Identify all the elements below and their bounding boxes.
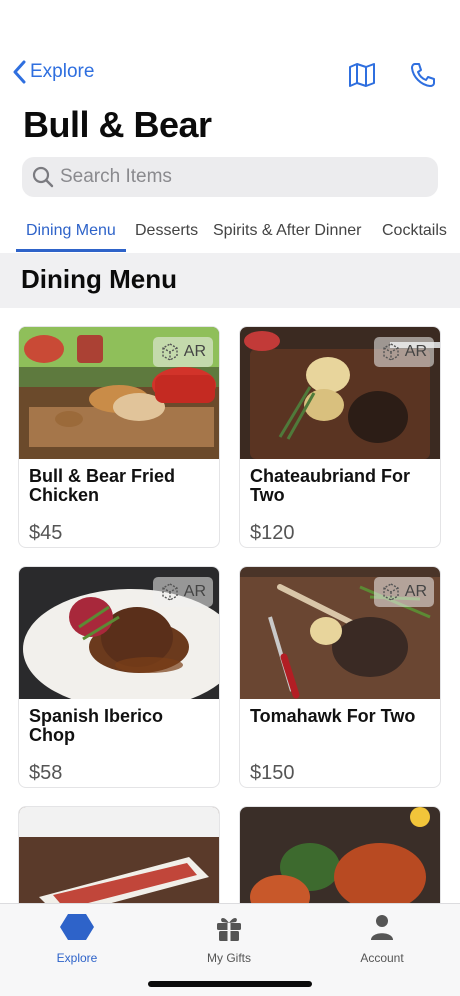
map-icon bbox=[349, 63, 375, 87]
fried-chicken-photo: AR bbox=[19, 327, 219, 459]
search-input[interactable] bbox=[60, 166, 420, 188]
ar-badge[interactable]: AR bbox=[152, 337, 213, 367]
gift-icon bbox=[217, 917, 241, 941]
ar-badge[interactable]: AR bbox=[373, 577, 434, 607]
chateaubriand-photo: AR bbox=[240, 327, 440, 459]
menu-item-price: $58 bbox=[29, 762, 63, 784]
category-tabs: Dining Menu Desserts Spirits & After Din… bbox=[0, 214, 460, 252]
tab-desserts[interactable]: Desserts bbox=[135, 222, 198, 240]
section-title: Dining Menu bbox=[21, 264, 177, 294]
explore-hexagon-icon bbox=[60, 914, 94, 940]
tab-spirits-after-dinner[interactable]: Spirits & After Dinner bbox=[213, 222, 362, 240]
home-indicator bbox=[148, 981, 312, 987]
tab-bar-account[interactable]: Account bbox=[322, 912, 442, 965]
menu-item-name: Tomahawk For Two bbox=[250, 706, 416, 726]
tab-dining-menu[interactable]: Dining Menu bbox=[26, 222, 116, 240]
ar-cube-icon bbox=[383, 583, 399, 601]
menu-item-price: $120 bbox=[250, 522, 295, 544]
menu-item-card[interactable]: AR Spanish Iberico Chop $58 bbox=[18, 566, 220, 788]
phone-button[interactable] bbox=[408, 60, 438, 90]
menu-item-price: $150 bbox=[250, 762, 295, 784]
ar-cube-icon bbox=[383, 343, 399, 361]
restaurant-title: Bull & Bear bbox=[23, 104, 212, 145]
back-label: Explore bbox=[30, 61, 95, 82]
section-header: Dining Menu bbox=[0, 253, 460, 308]
menu-item-name: Spanish Iberico Chop bbox=[29, 706, 164, 745]
tab-cocktails[interactable]: Cocktails bbox=[382, 222, 447, 240]
active-tab-indicator bbox=[16, 249, 126, 252]
chevron-left-icon bbox=[13, 60, 26, 84]
search-icon bbox=[32, 166, 54, 188]
ar-cube-icon bbox=[162, 583, 178, 601]
back-button[interactable]: Explore bbox=[12, 60, 94, 84]
search-bar[interactable] bbox=[22, 157, 438, 197]
tab-bar-my-gifts[interactable]: My Gifts bbox=[169, 912, 289, 965]
tomahawk-photo: AR bbox=[240, 567, 440, 699]
ar-badge[interactable]: AR bbox=[152, 577, 213, 607]
ar-label: AR bbox=[183, 583, 206, 600]
menu-item-price: $45 bbox=[29, 522, 63, 544]
tab-bar-label: My Gifts bbox=[207, 951, 251, 965]
menu-item-card[interactable]: AR Tomahawk For Two $150 bbox=[239, 566, 441, 788]
menu-item-card[interactable]: AR Chateaubriand For Two $120 bbox=[239, 326, 441, 548]
menu-item-card[interactable]: AR Bull & Bear Fried Chicken $45 bbox=[18, 326, 220, 548]
ar-label: AR bbox=[183, 343, 206, 360]
ar-label: AR bbox=[404, 583, 427, 600]
tab-bar-label: Account bbox=[360, 951, 404, 965]
iberico-chop-photo: AR bbox=[19, 567, 219, 699]
ar-cube-icon bbox=[162, 343, 178, 361]
ar-badge[interactable]: AR bbox=[373, 337, 434, 367]
navigation-bar: Explore bbox=[0, 56, 460, 96]
menu-item-name: Bull & Bear Fried Chicken bbox=[29, 466, 176, 505]
tab-bar-label: Explore bbox=[56, 951, 98, 965]
tab-bar-explore[interactable]: Explore bbox=[17, 912, 137, 965]
map-button[interactable] bbox=[347, 60, 377, 90]
menu-item-name: Chateaubriand For Two bbox=[250, 466, 411, 505]
person-icon bbox=[371, 915, 393, 940]
ar-label: AR bbox=[404, 343, 427, 360]
phone-icon bbox=[411, 63, 435, 87]
